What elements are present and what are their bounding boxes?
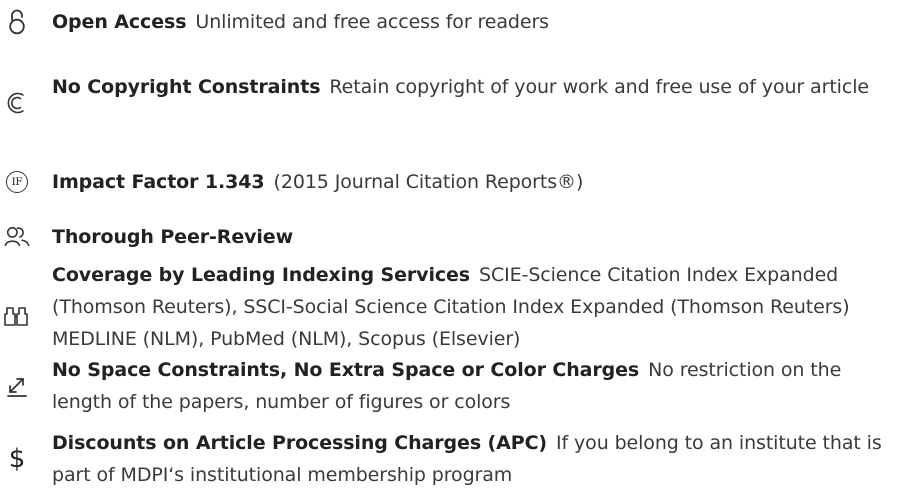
feature-text: Coverage by Leading Indexing Services SCI…	[52, 259, 902, 355]
feature-list: Open Access Unlimited and free access for…	[0, 0, 910, 494]
feature-title: Open Access	[52, 11, 187, 33]
copyright-icon	[4, 90, 30, 116]
impact-factor-icon: IF	[4, 169, 30, 195]
feature-text: Discounts on Article Processing Charges …	[52, 427, 902, 491]
open-lock-icon	[4, 9, 30, 35]
feature-title: Thorough Peer-Review	[52, 226, 294, 248]
indexing-icon	[4, 304, 30, 330]
feature-text: Open Access Unlimited and free access for…	[52, 6, 902, 38]
feature-text: Thorough Peer-Review	[52, 221, 902, 253]
feature-title: Discounts on Article Processing Charges …	[52, 432, 547, 454]
feature-description: Retain copyright of your work and free u…	[329, 76, 869, 98]
feature-title: No Space Constraints, No Extra Space or …	[52, 359, 640, 381]
impact-factor-badge: IF	[6, 171, 28, 193]
dollar-icon: $	[4, 446, 30, 472]
dollar-glyph: $	[8, 444, 26, 474]
feature-description: Unlimited and free access for readers	[195, 11, 549, 33]
feature-text: Impact Factor 1.343 (2015 Journal Citatio…	[52, 166, 902, 198]
feature-description: (2015 Journal Citation Reports®)	[273, 171, 584, 193]
feature-title: Impact Factor 1.343	[52, 171, 265, 193]
peer-review-icon	[4, 224, 30, 250]
feature-title: Coverage by Leading Indexing Services	[52, 264, 471, 286]
expand-icon	[4, 374, 30, 400]
feature-text: No Copyright Constraints Retain copyright…	[52, 71, 902, 103]
feature-text: No Space Constraints, No Extra Space or …	[52, 354, 902, 418]
feature-title: No Copyright Constraints	[52, 76, 321, 98]
